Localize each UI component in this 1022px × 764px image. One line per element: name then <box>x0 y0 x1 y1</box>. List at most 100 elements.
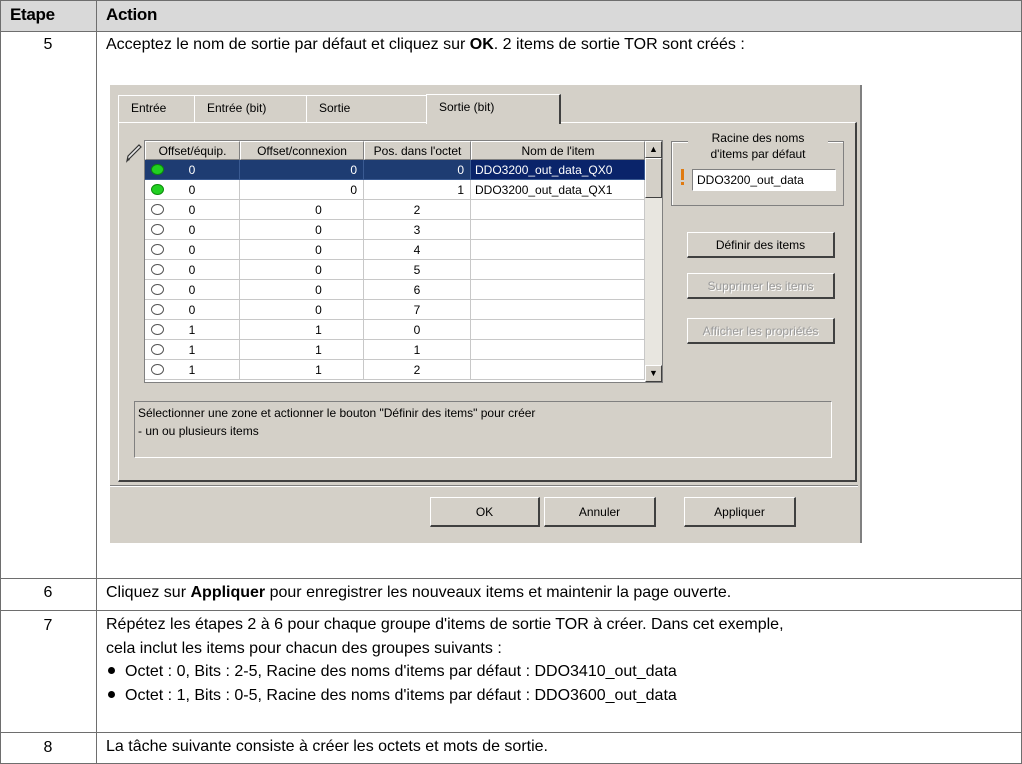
step-number: 8 <box>43 739 53 756</box>
table-cell: 2 <box>364 200 471 220</box>
grid-scrollbar[interactable]: ▲ ▼ <box>645 141 662 382</box>
bullet-icon <box>108 691 115 699</box>
bullet-icon <box>108 667 115 675</box>
table-cell: 7 <box>364 300 471 320</box>
info-line: Sélectionner une zone et actionner le bo… <box>138 406 536 420</box>
table-cell: 6 <box>364 280 471 300</box>
tab-sortie[interactable]: Sortie <box>306 95 433 122</box>
header-step: Etape <box>10 5 55 24</box>
table-cell: DDO3200_out_data_QX0 <box>471 160 645 180</box>
table-cell <box>471 320 645 340</box>
table-cell: 0 <box>240 300 364 320</box>
status-icon <box>151 244 164 255</box>
table-cell: 0 <box>240 220 364 240</box>
table-cell <box>471 260 645 280</box>
table-cell: 0 <box>240 280 364 300</box>
table-cell: DDO3200_out_data_QX1 <box>471 180 645 200</box>
table-cell <box>471 300 645 320</box>
tab-sortie-bit[interactable]: Sortie (bit) <box>426 94 561 124</box>
status-icon <box>151 224 164 235</box>
status-icon <box>151 344 164 355</box>
define-items-button[interactable]: Définir des items <box>687 232 835 258</box>
step-number: 6 <box>43 584 53 601</box>
show-properties-button[interactable]: Afficher les propriétés <box>687 318 835 344</box>
divider <box>0 31 1022 32</box>
bullet-item: Octet : 1, Bits : 0-5, Racine des noms d… <box>106 684 677 708</box>
table-cell <box>471 340 645 360</box>
table-cell <box>471 240 645 260</box>
info-line: - un ou plusieurs items <box>138 424 259 438</box>
step-text-line: Répétez les étapes 2 à 6 pour chaque gro… <box>106 616 784 633</box>
table-row[interactable]: 006 <box>145 280 645 300</box>
table-cell: 0 <box>240 240 364 260</box>
step-number: 7 <box>43 617 53 634</box>
tab-entree-bit[interactable]: Entrée (bit) <box>194 95 313 122</box>
items-grid[interactable]: Offset/équip. Offset/connexion Pos. dans… <box>144 140 663 383</box>
properties-dialog: Entrée Entrée (bit) Sortie Sortie (bit) … <box>110 85 862 543</box>
status-icon <box>151 364 164 375</box>
table-cell: 0 <box>240 260 364 280</box>
divider <box>0 0 1 764</box>
status-icon <box>151 164 164 175</box>
step-text-line: cela inclut les items pour chacun des gr… <box>106 640 502 657</box>
table-cell: 0 <box>240 200 364 220</box>
pencil-icon <box>126 144 142 163</box>
divider <box>0 732 1022 733</box>
header-action: Action <box>106 5 158 24</box>
step-number: 5 <box>43 36 53 53</box>
table-row[interactable]: 0 0 1 DDO3200_out_data_QX1 <box>145 180 645 200</box>
divider <box>96 0 97 764</box>
table-cell: 0 <box>364 160 471 180</box>
table-row[interactable]: 0 0 0 DDO3200_out_data_QX0 <box>145 160 645 180</box>
divider <box>0 610 1022 611</box>
table-cell <box>471 360 645 380</box>
table-cell: 0 <box>240 160 364 180</box>
ok-button[interactable]: OK <box>430 497 540 527</box>
status-icon <box>151 284 164 295</box>
delete-items-button[interactable]: Supprimer les items <box>687 273 835 299</box>
scroll-up-icon[interactable]: ▲ <box>645 141 662 158</box>
divider <box>0 0 1022 1</box>
table-row[interactable]: 002 <box>145 200 645 220</box>
root-name-input[interactable]: DDO3200_out_data <box>692 169 836 191</box>
table-cell <box>471 220 645 240</box>
column-header[interactable]: Nom de l'item <box>471 141 645 160</box>
table-row[interactable]: 003 <box>145 220 645 240</box>
step-text: La tâche suivante consiste à créer les o… <box>106 738 548 755</box>
column-header[interactable]: Offset/connexion <box>240 141 364 160</box>
warning-icon <box>681 169 684 185</box>
status-icon <box>151 184 164 195</box>
table-cell: 2 <box>364 360 471 380</box>
status-icon <box>151 264 164 275</box>
table-cell: 1 <box>240 340 364 360</box>
scroll-down-icon[interactable]: ▼ <box>645 365 662 382</box>
table-cell: 1 <box>240 320 364 340</box>
root-name-label: Racine des noms d'items par défaut <box>688 130 828 162</box>
divider <box>110 485 858 487</box>
table-row[interactable]: 110 <box>145 320 645 340</box>
status-icon <box>151 304 164 315</box>
step-text: Acceptez le nom de sortie par défaut et … <box>106 36 745 53</box>
column-header[interactable]: Offset/équip. <box>145 141 240 160</box>
table-cell: 3 <box>364 220 471 240</box>
divider <box>0 578 1022 579</box>
table-cell: 0 <box>364 320 471 340</box>
table-row[interactable]: 112 <box>145 360 645 380</box>
step-text: Cliquez sur Appliquer pour enregistrer l… <box>106 584 732 601</box>
table-row[interactable]: 004 <box>145 240 645 260</box>
status-icon <box>151 204 164 215</box>
cancel-button[interactable]: Annuler <box>544 497 656 527</box>
column-header[interactable]: Pos. dans l'octet <box>364 141 471 160</box>
table-row[interactable]: 111 <box>145 340 645 360</box>
table-cell: 1 <box>240 360 364 380</box>
table-cell: 0 <box>240 180 364 200</box>
table-row[interactable]: 007 <box>145 300 645 320</box>
table-cell: 1 <box>364 180 471 200</box>
table-cell: 4 <box>364 240 471 260</box>
table-row[interactable]: 005 <box>145 260 645 280</box>
scroll-thumb[interactable] <box>645 158 662 198</box>
table-cell <box>471 200 645 220</box>
table-cell <box>471 280 645 300</box>
tab-entree[interactable]: Entrée <box>118 95 201 122</box>
apply-button[interactable]: Appliquer <box>684 497 796 527</box>
